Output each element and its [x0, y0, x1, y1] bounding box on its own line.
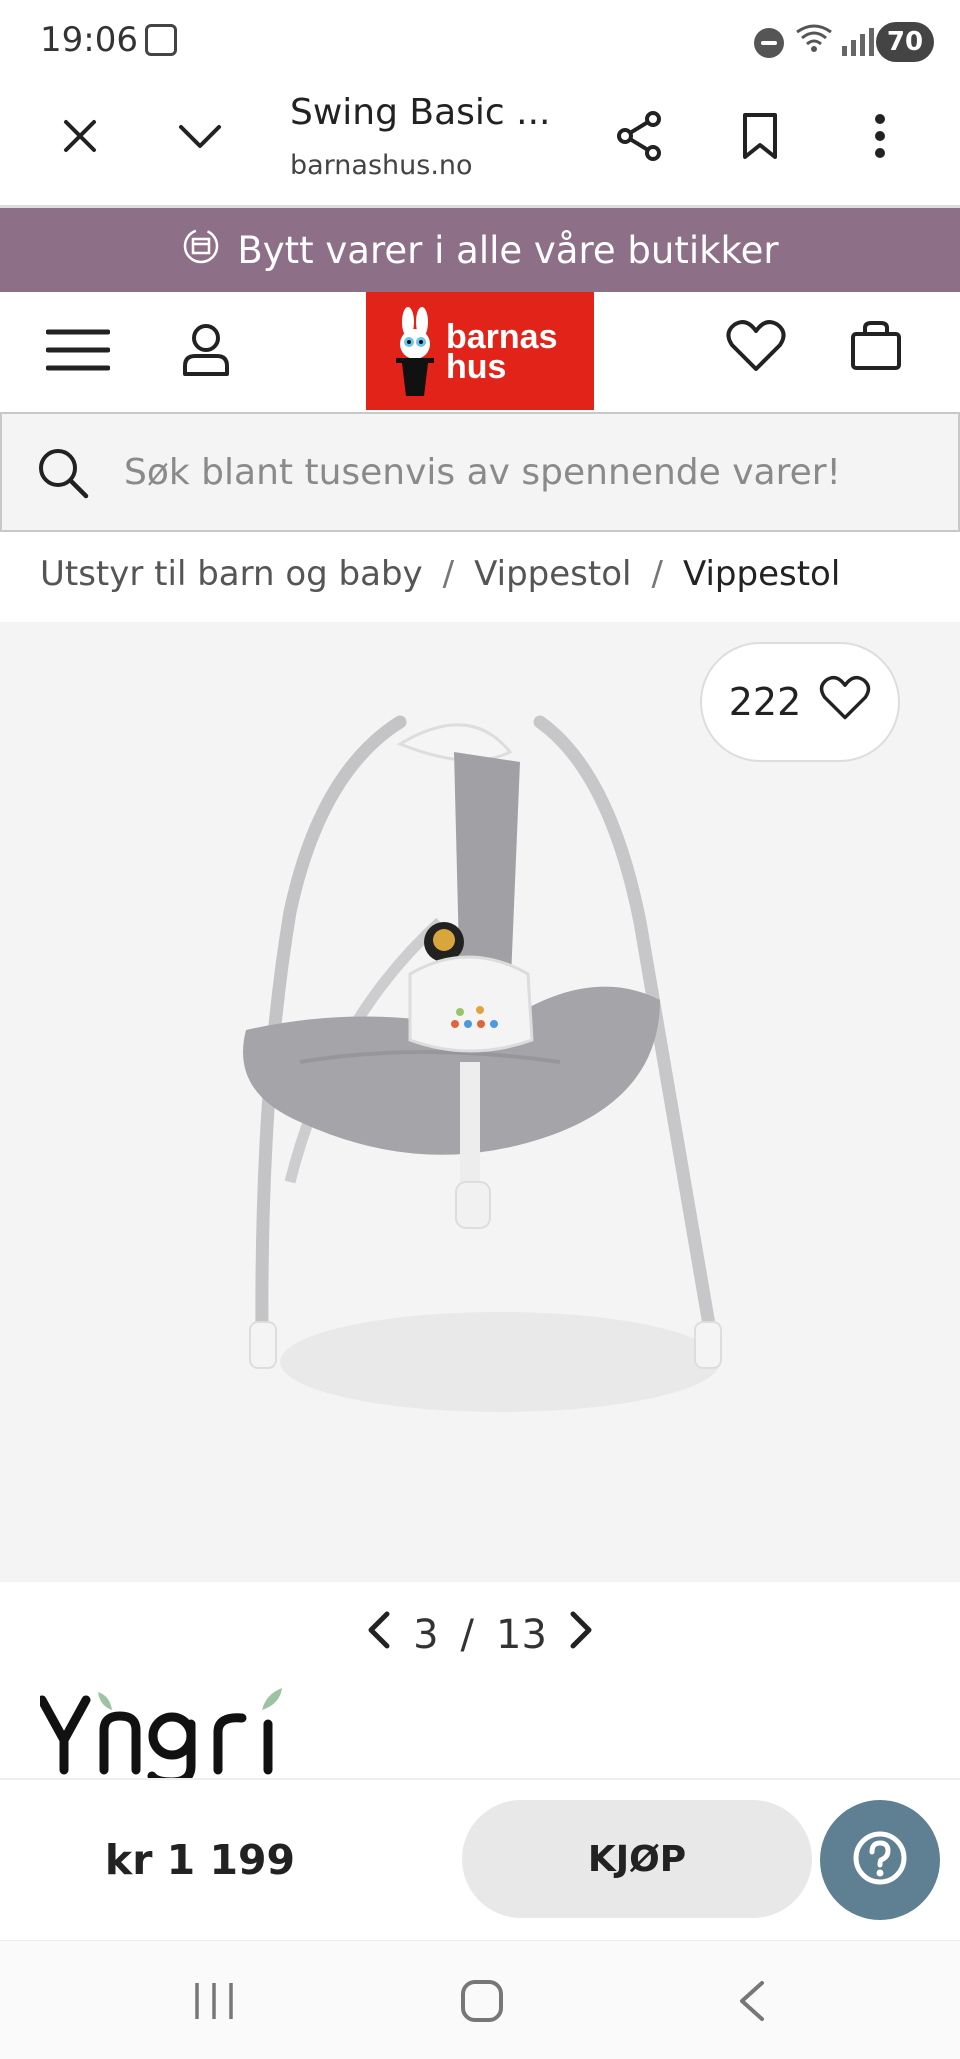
do-not-disturb-icon: [754, 28, 784, 58]
page-url[interactable]: barnashus.no: [290, 150, 473, 181]
back-icon[interactable]: [736, 1979, 766, 2027]
share-icon[interactable]: [600, 96, 680, 176]
breadcrumb-separator: /: [442, 554, 455, 594]
status-time: 19:06: [40, 20, 138, 60]
like-count: 222: [728, 680, 802, 724]
promo-banner[interactable]: Bytt varer i alle våre butikker: [0, 208, 960, 292]
wishlist-count-button[interactable]: 222: [700, 642, 900, 762]
product-price: kr 1 199: [104, 1836, 296, 1884]
pager-separator: /: [460, 1612, 475, 1658]
screenshot-icon: [145, 24, 177, 56]
system-nav-bar: [0, 1940, 960, 2059]
wishlist-heart-icon[interactable]: [716, 306, 796, 386]
help-icon: [852, 1830, 908, 1890]
signal-icon: [842, 26, 874, 56]
chevron-down-icon[interactable]: [160, 96, 240, 176]
barnashus-logo[interactable]: barnas hus: [366, 292, 594, 410]
search-bar: [0, 412, 960, 532]
breadcrumb-separator: /: [651, 554, 663, 594]
pager-total: 13: [496, 1612, 547, 1658]
bag-icon[interactable]: [836, 306, 916, 386]
close-icon[interactable]: [40, 96, 120, 176]
help-button[interactable]: [820, 1800, 940, 1920]
recent-apps-icon[interactable]: [193, 1981, 235, 2025]
search-input[interactable]: [122, 442, 942, 502]
menu-icon[interactable]: [38, 310, 118, 390]
chevron-right-icon[interactable]: [569, 1610, 595, 1660]
logo-wordmark: barnas hus: [446, 318, 558, 386]
more-vert-icon[interactable]: [840, 96, 920, 176]
search-icon[interactable]: [36, 446, 90, 504]
page-title[interactable]: Swing Basic ...: [290, 92, 551, 133]
status-bar: 19:06 70: [0, 0, 960, 86]
breadcrumb-item[interactable]: Vippestol: [474, 554, 631, 594]
exchange-box-icon: [181, 226, 221, 275]
battery-indicator: 70: [876, 22, 934, 62]
user-icon[interactable]: [166, 310, 246, 390]
pager-current: 3: [413, 1612, 439, 1658]
breadcrumb: Utstyr til barn og baby / Vippestol / Vi…: [40, 554, 840, 594]
baby-swing-image: [243, 715, 722, 1412]
product-image-gallery[interactable]: [0, 622, 960, 1582]
buy-button[interactable]: KJØP: [462, 1800, 812, 1918]
home-icon[interactable]: [460, 1979, 504, 2027]
bookmark-icon[interactable]: [720, 96, 800, 176]
heart-icon: [819, 675, 871, 730]
wifi-icon: [795, 22, 833, 62]
breadcrumb-current: Vippestol: [682, 554, 841, 594]
promo-text: Bytt varer i alle våre butikker: [237, 228, 779, 272]
brand-logo[interactable]: [37, 1680, 320, 1787]
chevron-left-icon[interactable]: [365, 1610, 391, 1660]
image-pager: 3 / 13: [0, 1600, 960, 1670]
breadcrumb-item[interactable]: Utstyr til barn og baby: [40, 554, 423, 594]
